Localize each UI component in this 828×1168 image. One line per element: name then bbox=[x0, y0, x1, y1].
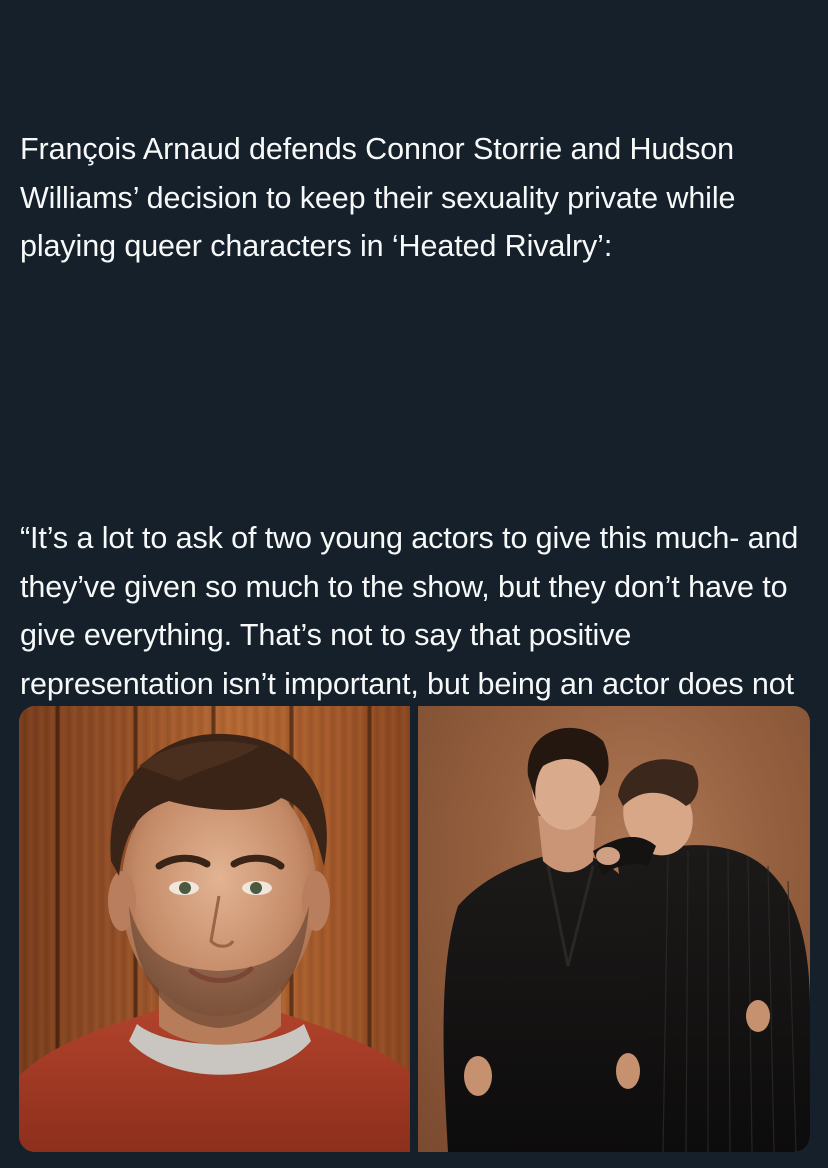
tweet-paragraph-intro: François Arnaud defends Connor Storrie a… bbox=[20, 132, 744, 264]
two-actors-illustration bbox=[443, 727, 810, 1152]
tweet-media-grid[interactable] bbox=[19, 706, 810, 1152]
portrait-illustration bbox=[19, 733, 410, 1152]
photo-two-actors[interactable] bbox=[418, 706, 810, 1152]
photo-portrait[interactable] bbox=[19, 706, 410, 1152]
